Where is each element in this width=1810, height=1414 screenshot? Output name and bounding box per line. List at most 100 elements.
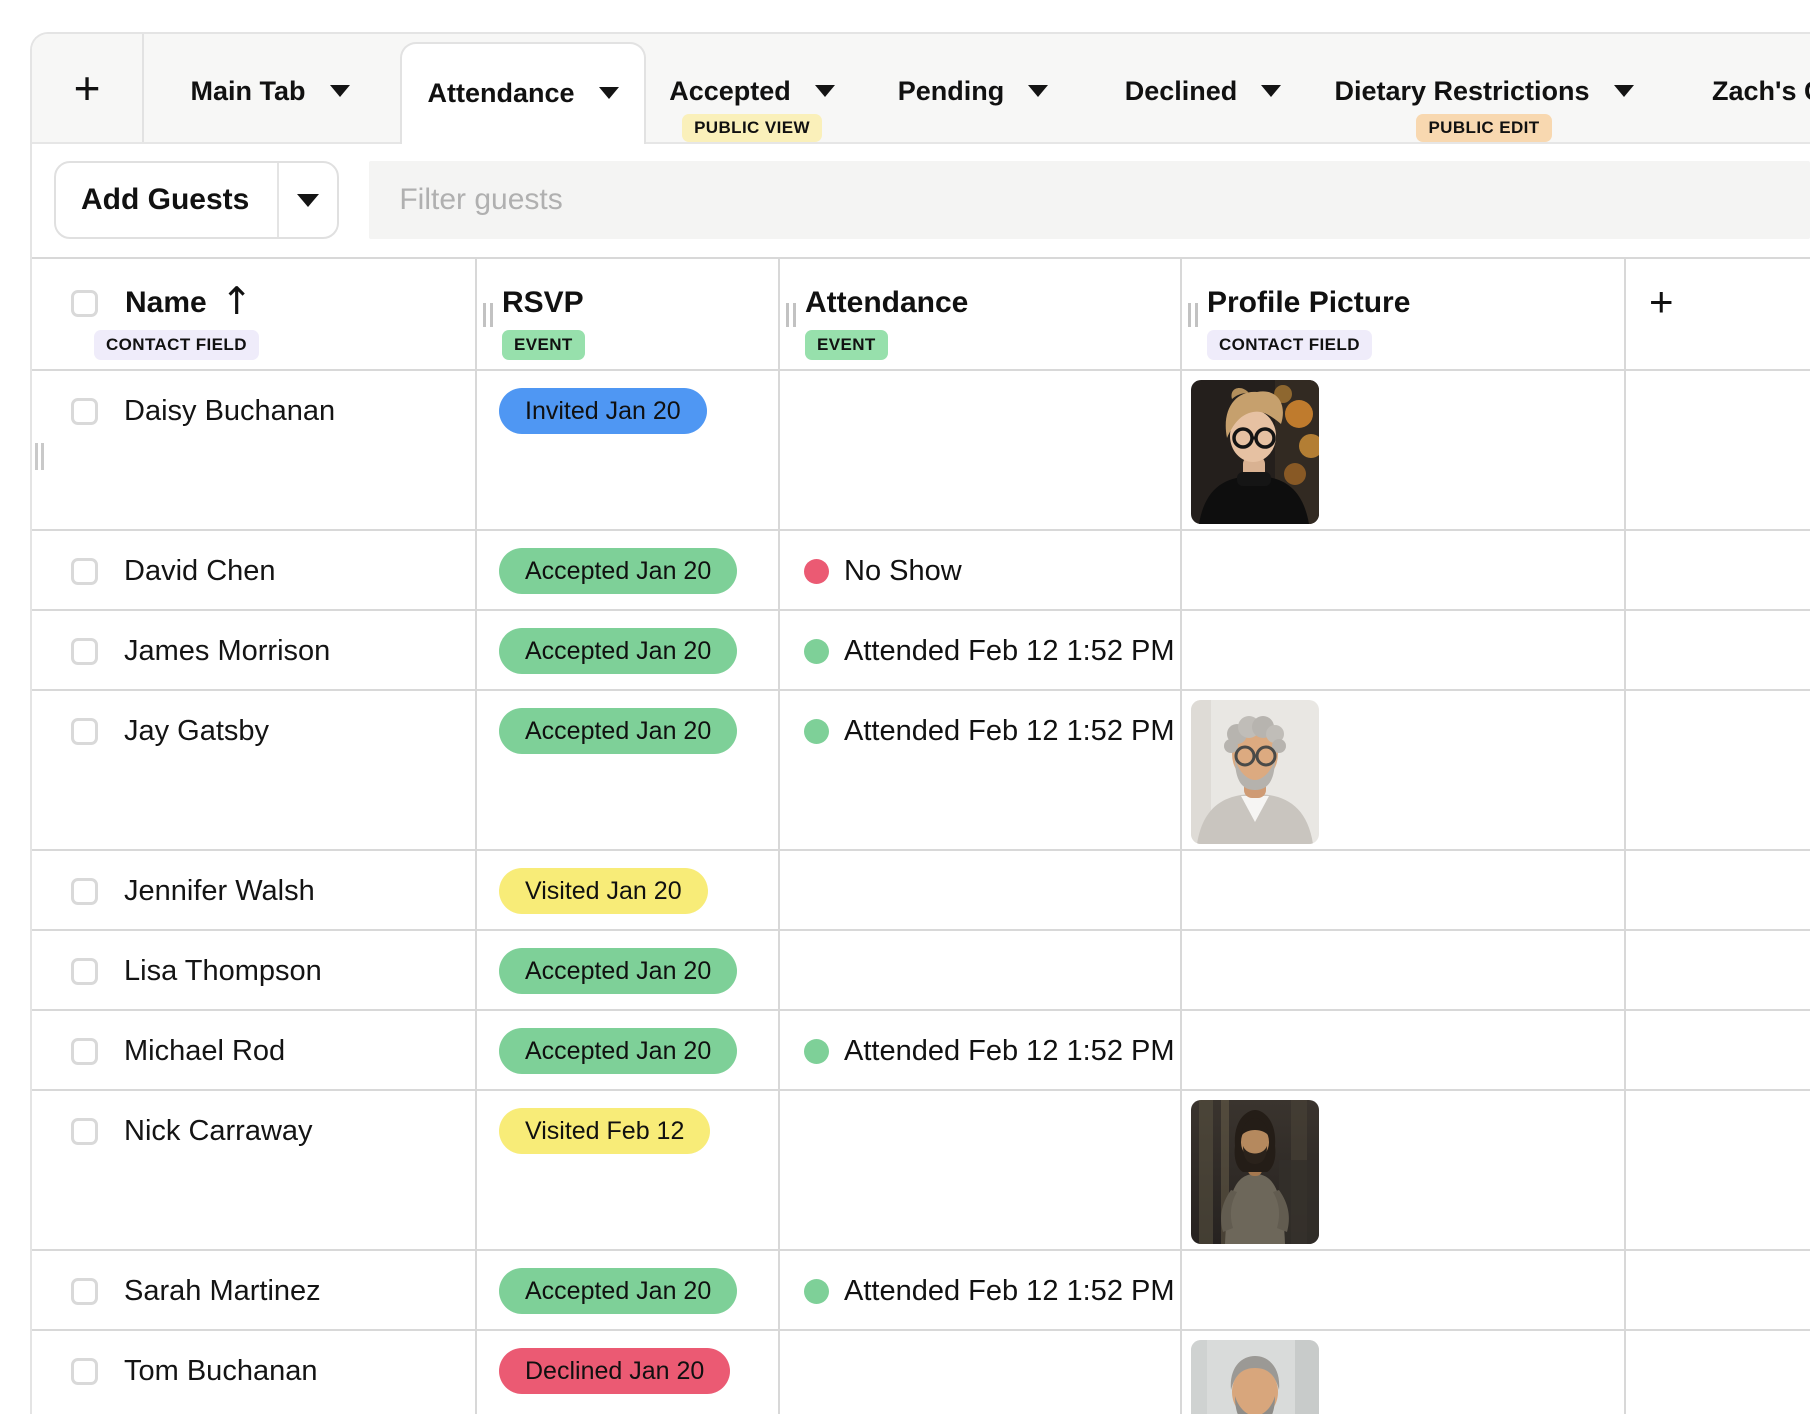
guest-name: Lisa Thompson (124, 955, 322, 988)
attendance-cell[interactable] (778, 931, 1180, 1009)
row-checkbox[interactable] (71, 558, 98, 585)
column-header-attendance[interactable]: Attendance EVENT (778, 259, 1180, 369)
column-drag-handle[interactable] (786, 303, 796, 327)
attendance-text: Attended Feb 12 1:52 PM (844, 1275, 1175, 1308)
attendance-cell[interactable]: No Show (778, 531, 1180, 609)
table-row[interactable]: Tom Buchanan Declined Jan 20 (32, 1331, 1810, 1414)
rsvp-cell[interactable]: Accepted Jan 20 (475, 1251, 778, 1329)
tab-visibility-badge: PUBLIC VIEW (682, 114, 822, 142)
table-row[interactable]: Nick Carraway Visited Feb 12 (32, 1091, 1810, 1251)
attendance-cell[interactable]: Attended Feb 12 1:52 PM (778, 1251, 1180, 1329)
tab-label: Zach's G (1712, 76, 1810, 107)
profile-picture-cell[interactable] (1180, 1011, 1624, 1089)
profile-picture-cell[interactable] (1180, 611, 1624, 689)
add-guests-dropdown-button[interactable] (279, 163, 337, 237)
row-checkbox[interactable] (71, 958, 98, 985)
tab-accepted[interactable]: Accepted PUBLIC VIEW (646, 34, 858, 142)
field-type-badge: CONTACT FIELD (94, 330, 259, 360)
empty-cell[interactable] (1624, 931, 1810, 1009)
row-checkbox[interactable] (71, 398, 98, 425)
rsvp-cell[interactable]: Accepted Jan 20 (475, 691, 778, 849)
attendance-cell[interactable] (778, 1331, 1180, 1414)
row-checkbox[interactable] (71, 1358, 98, 1385)
sort-ascending-icon[interactable]: ↑ (221, 282, 253, 320)
filter-guests-input[interactable] (369, 161, 1810, 239)
row-checkbox[interactable] (71, 638, 98, 665)
rsvp-cell[interactable]: Visited Jan 20 (475, 851, 778, 929)
table-row[interactable]: Daisy Buchanan Invited Jan 20 (32, 371, 1810, 531)
name-cell[interactable]: Nick Carraway (32, 1091, 475, 1249)
tab-declined[interactable]: Declined (1088, 34, 1318, 142)
rsvp-cell[interactable]: Invited Jan 20 (475, 371, 778, 529)
profile-picture-cell[interactable] (1180, 1251, 1624, 1329)
empty-cell[interactable] (1624, 851, 1810, 929)
empty-cell[interactable] (1624, 611, 1810, 689)
name-cell[interactable]: Michael Rod (32, 1011, 475, 1089)
table-row[interactable]: Michael Rod Accepted Jan 20 Attended Feb… (32, 1011, 1810, 1091)
name-cell[interactable]: Jennifer Walsh (32, 851, 475, 929)
attendance-cell[interactable]: Attended Feb 12 1:52 PM (778, 1011, 1180, 1089)
name-cell[interactable]: Tom Buchanan (32, 1331, 475, 1414)
table-row[interactable]: David Chen Accepted Jan 20 No Show (32, 531, 1810, 611)
empty-cell[interactable] (1624, 1091, 1810, 1249)
attendance-cell[interactable] (778, 851, 1180, 929)
row-checkbox[interactable] (71, 1118, 98, 1145)
profile-picture-cell[interactable] (1180, 691, 1624, 849)
rsvp-cell[interactable]: Accepted Jan 20 (475, 531, 778, 609)
table-row[interactable]: Jennifer Walsh Visited Jan 20 (32, 851, 1810, 931)
row-checkbox[interactable] (71, 1038, 98, 1065)
attendance-cell[interactable]: Attended Feb 12 1:52 PM (778, 611, 1180, 689)
tab-pending[interactable]: Pending (858, 34, 1088, 142)
name-cell[interactable]: Jay Gatsby (32, 691, 475, 849)
table-row[interactable]: Jay Gatsby Accepted Jan 20 Attended Feb … (32, 691, 1810, 851)
select-all-checkbox[interactable] (71, 290, 98, 317)
empty-cell[interactable] (1624, 371, 1810, 529)
profile-picture-cell[interactable] (1180, 1331, 1624, 1414)
chevron-down-icon (1614, 85, 1634, 97)
rsvp-cell[interactable]: Declined Jan 20 (475, 1331, 778, 1414)
name-cell[interactable]: Daisy Buchanan (32, 371, 475, 529)
empty-cell[interactable] (1624, 691, 1810, 849)
name-cell[interactable]: Lisa Thompson (32, 931, 475, 1009)
tab-attendance[interactable]: Attendance (400, 42, 646, 144)
attendance-cell[interactable] (778, 371, 1180, 529)
profile-picture-cell[interactable] (1180, 531, 1624, 609)
profile-picture-cell[interactable] (1180, 931, 1624, 1009)
profile-photo (1191, 700, 1319, 844)
empty-cell[interactable] (1624, 1331, 1810, 1414)
row-checkbox[interactable] (71, 718, 98, 745)
column-header-rsvp[interactable]: RSVP EVENT (475, 259, 778, 369)
add-column-header[interactable]: + (1624, 259, 1810, 369)
profile-picture-cell[interactable] (1180, 371, 1624, 529)
profile-picture-cell[interactable] (1180, 851, 1624, 929)
attendance-cell[interactable]: Attended Feb 12 1:52 PM (778, 691, 1180, 849)
name-cell[interactable]: Sarah Martinez (32, 1251, 475, 1329)
add-tab-button[interactable]: + (32, 34, 144, 142)
column-header-name[interactable]: Name ↑ CONTACT FIELD (32, 259, 475, 369)
rsvp-cell[interactable]: Visited Feb 12 (475, 1091, 778, 1249)
name-cell[interactable]: James Morrison (32, 611, 475, 689)
row-checkbox[interactable] (71, 1278, 98, 1305)
rsvp-status-pill: Accepted Jan 20 (499, 628, 737, 674)
tab-dietary-restrictions[interactable]: Dietary Restrictions PUBLIC EDIT (1318, 34, 1650, 142)
row-checkbox[interactable] (71, 878, 98, 905)
table-row[interactable]: James Morrison Accepted Jan 20 Attended … (32, 611, 1810, 691)
column-drag-handle[interactable] (483, 303, 493, 327)
tab-main-tab[interactable]: Main Tab (144, 34, 396, 142)
empty-cell[interactable] (1624, 1011, 1810, 1089)
rsvp-cell[interactable]: Accepted Jan 20 (475, 611, 778, 689)
rsvp-cell[interactable]: Accepted Jan 20 (475, 1011, 778, 1089)
empty-cell[interactable] (1624, 1251, 1810, 1329)
attendance-cell[interactable] (778, 1091, 1180, 1249)
table-row[interactable]: Lisa Thompson Accepted Jan 20 (32, 931, 1810, 1011)
row-drag-handle[interactable] (35, 443, 44, 470)
table-row[interactable]: Sarah Martinez Accepted Jan 20 Attended … (32, 1251, 1810, 1331)
add-guests-button[interactable]: Add Guests (56, 163, 277, 237)
column-drag-handle[interactable] (1188, 303, 1198, 327)
column-header-profile-picture[interactable]: Profile Picture CONTACT FIELD (1180, 259, 1624, 369)
tab-zach-s-g[interactable]: Zach's G (1712, 34, 1810, 142)
rsvp-cell[interactable]: Accepted Jan 20 (475, 931, 778, 1009)
profile-picture-cell[interactable] (1180, 1091, 1624, 1249)
name-cell[interactable]: David Chen (32, 531, 475, 609)
empty-cell[interactable] (1624, 531, 1810, 609)
